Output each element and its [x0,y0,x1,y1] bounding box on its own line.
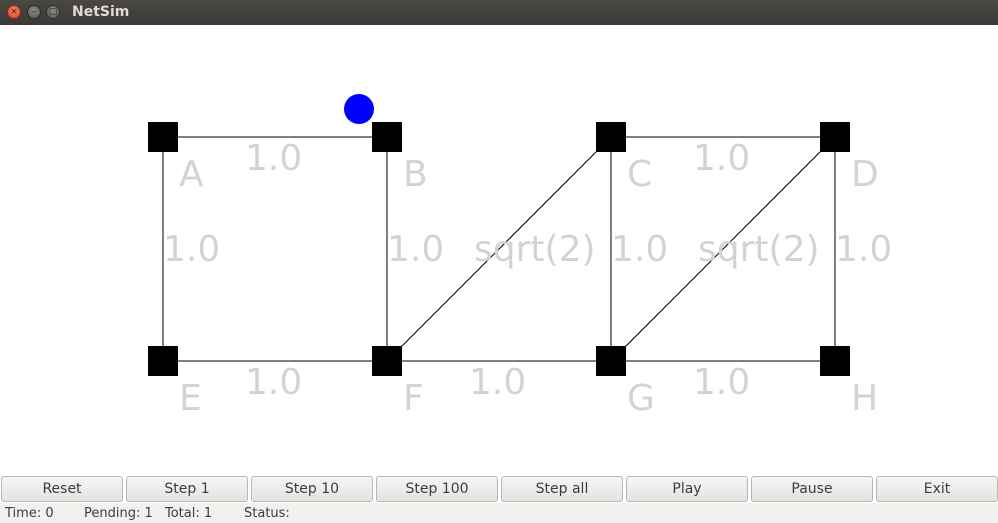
node-H[interactable] [820,346,850,376]
edge-weight-label: 1.0 [693,138,750,179]
edge-weight-label: sqrt(2) [698,229,820,270]
node-label-D: D [851,154,879,195]
node-label-G: G [627,378,655,419]
status-status: Status: [244,506,290,521]
edge-weight-label: 1.0 [163,229,220,270]
control-buttons: Reset Step 1 Step 10 Step 100 Step all P… [0,475,998,503]
edge-weight-label: 1.0 [245,362,302,403]
node-label-A: A [179,154,204,195]
step-1-button[interactable]: Step 1 [126,476,248,502]
play-button[interactable]: Play [626,476,748,502]
node-B[interactable] [372,122,402,152]
network-graph: 1.0 1.0 1.0 1.0 sqrt(2) 1.0 1.0 1.0 sqrt(2) 1.0 1.… [148,94,892,419]
minimize-icon[interactable]: – [27,5,41,19]
status-bar: Time: 0 Pending: 1 Total: 1 Status: [0,503,998,523]
status-time: Time: 0 [5,506,54,521]
node-G[interactable] [596,346,626,376]
packet-marker [344,94,374,124]
network-canvas[interactable]: 1.0 1.0 1.0 1.0 sqrt(2) 1.0 1.0 1.0 sqrt(2) 1.0 1.… [0,25,998,475]
node-A[interactable] [148,122,178,152]
edge-weight-label: 1.0 [835,229,892,270]
node-label-C: C [627,154,652,195]
edge-weight-label: 1.0 [245,138,302,179]
close-icon[interactable]: × [7,5,21,19]
node-label-B: B [403,154,428,195]
window-title: NetSim [72,4,130,20]
node-E[interactable] [148,346,178,376]
pause-button[interactable]: Pause [751,476,873,502]
step-all-button[interactable]: Step all [501,476,623,502]
title-bar: × – □ NetSim [0,0,998,25]
edge-weight-label: 1.0 [693,362,750,403]
node-label-H: H [851,378,878,419]
reset-button[interactable]: Reset [1,476,123,502]
node-C[interactable] [596,122,626,152]
edge-weight-label: 1.0 [469,362,526,403]
edge-weight-label: 1.0 [387,229,444,270]
node-label-F: F [403,378,424,419]
step-100-button[interactable]: Step 100 [376,476,498,502]
node-D[interactable] [820,122,850,152]
maximize-icon[interactable]: □ [46,5,60,19]
status-pending: Pending: 1 [84,506,153,521]
node-label-E: E [179,378,202,419]
status-total: Total: 1 [165,506,213,521]
step-10-button[interactable]: Step 10 [251,476,373,502]
exit-button[interactable]: Exit [876,476,998,502]
node-F[interactable] [372,346,402,376]
edge-weight-label: 1.0 [611,229,668,270]
edge-weight-label: sqrt(2) [474,229,596,270]
